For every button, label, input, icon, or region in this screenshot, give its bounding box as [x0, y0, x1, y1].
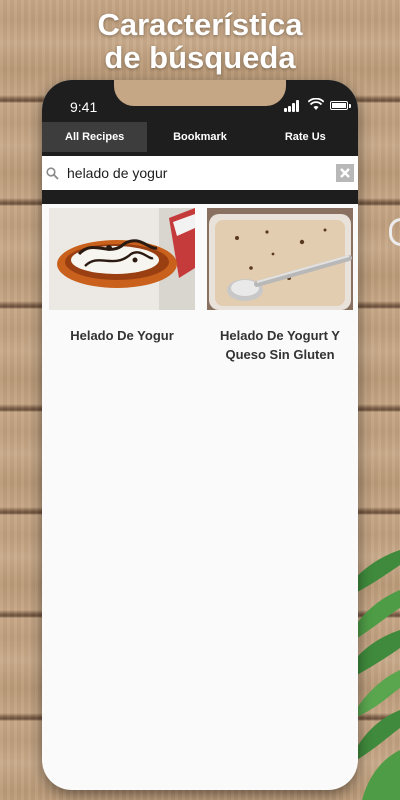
search-bar[interactable]: helado de yogur — [42, 156, 358, 190]
recipe-title[interactable]: Helado De Yogur — [49, 326, 195, 345]
wifi-icon — [308, 98, 324, 110]
recipe-title[interactable]: Helado De Yogurt Y Queso Sin Gluten — [207, 326, 353, 364]
phone-mockup: 9:41 All Recipes Bookmark Rate Us helado… — [42, 80, 358, 790]
tab-all-recipes[interactable]: All Recipes — [42, 122, 148, 152]
phone-notch — [114, 80, 286, 106]
tab-rate-us[interactable]: Rate Us — [253, 122, 358, 152]
cellular-signal-icon — [284, 100, 302, 112]
promo-headline: Característica de búsqueda — [0, 8, 400, 74]
headline-line-1: Característica — [97, 7, 303, 42]
recipe-card[interactable]: Helado De Yogurt Y Queso Sin Gluten — [207, 208, 353, 364]
recipe-thumbnail[interactable] — [49, 208, 195, 310]
close-icon — [340, 168, 350, 178]
tab-bar: All Recipes Bookmark Rate Us — [42, 122, 358, 152]
battery-icon — [330, 101, 351, 110]
search-icon — [46, 167, 59, 180]
search-input[interactable]: helado de yogur — [67, 165, 167, 181]
recipe-thumbnail[interactable] — [207, 208, 353, 310]
tab-bookmark[interactable]: Bookmark — [147, 122, 252, 152]
headline-line-2: de búsqueda — [104, 40, 296, 75]
status-time: 9:41 — [70, 99, 98, 115]
search-bar-divider — [42, 190, 358, 204]
results-grid: Helado De Yogur Helado De Yogurt Y Queso… — [49, 208, 353, 364]
recipe-card[interactable]: Helado De Yogur — [49, 208, 195, 364]
status-bar: 9:41 — [42, 80, 358, 122]
clear-search-button[interactable] — [336, 164, 354, 182]
